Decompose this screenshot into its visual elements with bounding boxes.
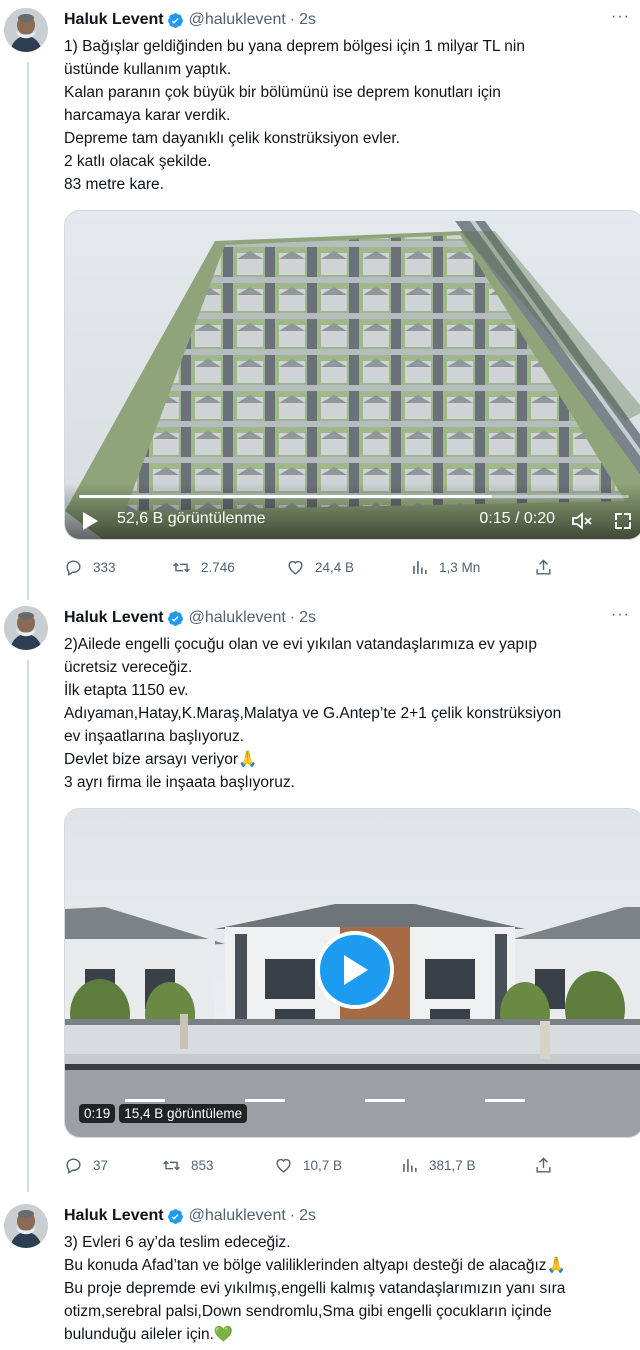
share-icon [536, 558, 551, 575]
video-duration-badge: 0:19 [79, 1104, 116, 1123]
author-name[interactable]: Haluk Levent [64, 609, 164, 627]
tweet-actions: 37 853 10,7 B 381,7 B [64, 1155, 584, 1175]
video-controls: 52,6 B görüntülenme 0:15 / 0:20 [65, 483, 640, 539]
video-time-label: 0:15 / 0:20 [479, 510, 555, 527]
text-line: 3) Evleri 6 ay’da teslim edeceğiz. [64, 1234, 291, 1251]
text-line: Devlet bize arsayı veriyor🙏 [64, 751, 258, 768]
separator: · [289, 11, 296, 28]
reply-icon [66, 559, 81, 576]
tweet-header: Haluk Levent @haluklevent · 2s [64, 1206, 316, 1226]
retweet-button[interactable]: 2.746 [172, 558, 235, 577]
like-button[interactable]: 24,4 B [286, 558, 354, 577]
avatar[interactable] [4, 606, 48, 650]
text-line: 83 metre kare. [64, 176, 164, 193]
verified-badge-icon [167, 12, 183, 28]
views-button[interactable]: 381,7 B [400, 1156, 476, 1175]
share-button[interactable] [534, 1156, 563, 1175]
text-line: ücretsiz vereceğiz. [64, 659, 193, 676]
tweet-text: 2)Ailede engelli çocuğu olan ve evi yıkı… [64, 633, 636, 794]
video-player[interactable]: 52,6 B görüntülenme 0:15 / 0:20 [64, 210, 640, 540]
tweet-text: 3) Evleri 6 ay’da teslim edeceğiz. Bu ko… [64, 1231, 636, 1346]
timestamp[interactable]: 2s [299, 11, 316, 29]
text-line: ev inşaatlarına başlıyoruz. [64, 728, 245, 745]
separator: · [289, 1207, 296, 1224]
retweet-icon [163, 1160, 180, 1170]
retweet-count: 853 [191, 1157, 214, 1173]
timestamp[interactable]: 2s [299, 609, 316, 627]
play-icon[interactable] [81, 511, 99, 531]
play-button[interactable] [316, 931, 394, 1009]
tweet-header: Haluk Levent @haluklevent · 2s [64, 10, 316, 30]
like-count: 24,4 B [315, 559, 355, 575]
reply-button[interactable]: 333 [64, 558, 116, 577]
verified-badge-icon [167, 610, 183, 626]
reply-icon [66, 1157, 81, 1174]
author-name[interactable]: Haluk Levent [64, 11, 164, 29]
like-count: 10,7 B [303, 1157, 343, 1173]
more-options-icon[interactable]: ··· [611, 8, 630, 26]
views-icon [403, 1158, 417, 1172]
tweet-actions: 333 2.746 24,4 B 1,3 Mn [64, 557, 584, 577]
fullscreen-icon[interactable] [613, 511, 633, 531]
video-views-label: 52,6 B görüntülenme [117, 510, 266, 527]
author-name[interactable]: Haluk Levent [64, 1207, 164, 1225]
thread-line [27, 660, 29, 1192]
text-line: 2 katlı olacak şekilde. [64, 153, 212, 170]
like-icon [288, 560, 303, 575]
reply-count: 333 [93, 559, 116, 575]
text-line: Bu proje depremde evi yıkılmış,engelli k… [64, 1280, 566, 1297]
views-count: 381,7 B [429, 1157, 476, 1173]
tweet-text: 1) Bağışlar geldiğinden bu yana deprem b… [64, 35, 636, 196]
text-line: 3 ayrı firma ile inşaata başlıyoruz. [64, 774, 295, 791]
views-icon [413, 560, 427, 574]
retweet-count: 2.746 [201, 559, 235, 575]
like-button[interactable]: 10,7 B [274, 1156, 342, 1175]
avatar[interactable] [4, 1204, 48, 1248]
volume-icon[interactable] [571, 511, 593, 531]
views-count: 1,3 Mn [439, 559, 481, 575]
text-line: harcamaya karar verdik. [64, 107, 231, 124]
text-line: Depreme tam dayanıklı çelik konstrüksiyo… [64, 130, 400, 147]
video-player[interactable]: 0:19 15,4 B görüntüleme [64, 808, 640, 1138]
like-icon [276, 1158, 291, 1173]
share-icon [536, 1156, 551, 1173]
share-button[interactable] [534, 558, 563, 577]
video-badges: 0:19 15,4 B görüntüleme [79, 1104, 248, 1123]
retweet-button[interactable]: 853 [162, 1156, 214, 1175]
reply-button[interactable]: 37 [64, 1156, 108, 1175]
video-progress-bar[interactable] [79, 495, 629, 498]
text-line: üstünde kullanım yaptık. [64, 61, 232, 78]
text-line: 2)Ailede engelli çocuğu olan ve evi yıkı… [64, 636, 538, 653]
text-line: otizm,serebral palsi,Down sendromlu,Sma … [64, 1303, 552, 1320]
text-line: Bu konuda Afad’tan ve bölge valiliklerin… [64, 1257, 566, 1274]
avatar[interactable] [4, 8, 48, 52]
retweet-icon [173, 562, 190, 572]
author-handle[interactable]: @haluklevent [189, 609, 286, 627]
text-line: 1) Bağışlar geldiğinden bu yana deprem b… [64, 38, 525, 55]
more-options-icon[interactable]: ··· [611, 606, 630, 624]
author-handle[interactable]: @haluklevent [189, 1207, 286, 1225]
video-views-badge: 15,4 B görüntüleme [119, 1104, 248, 1123]
text-line: Kalan paranın çok büyük bir bölümünü ise… [64, 84, 501, 101]
separator: · [289, 609, 296, 626]
verified-badge-icon [167, 1208, 183, 1224]
text-line: bulunduğu aileler için.💚 [64, 1326, 234, 1343]
timestamp[interactable]: 2s [299, 1207, 316, 1225]
text-line: Adıyaman,Hatay,K.Maraş,Malatya ve G.Ante… [64, 705, 562, 722]
reply-count: 37 [93, 1157, 109, 1173]
views-button[interactable]: 1,3 Mn [410, 558, 480, 577]
play-icon [344, 955, 368, 985]
tweet-header: Haluk Levent @haluklevent · 2s [64, 608, 316, 628]
video-progress-fill [79, 495, 492, 498]
text-line: İlk etapta 1150 ev. [64, 682, 189, 699]
author-handle[interactable]: @haluklevent [189, 11, 286, 29]
thread-line [27, 62, 29, 600]
